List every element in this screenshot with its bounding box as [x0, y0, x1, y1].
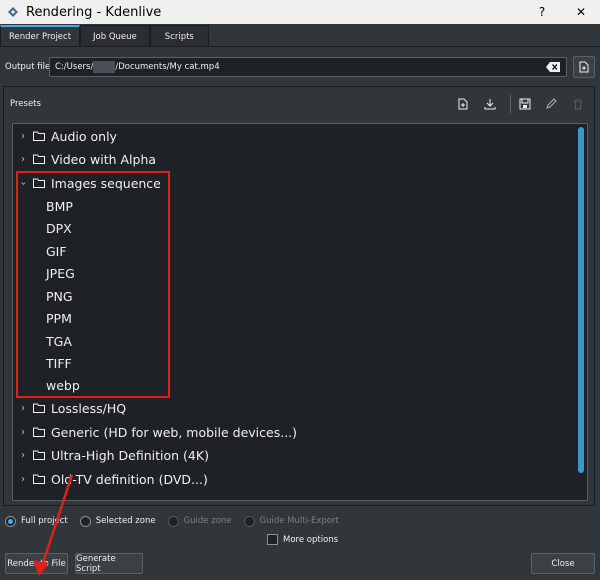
expand-arrow-icon[interactable]: ›	[17, 154, 29, 165]
preset-item-bmp[interactable]: BMP	[13, 195, 73, 217]
preset-item-label: PPM	[46, 310, 72, 326]
preset-item-label: DPX	[46, 220, 72, 236]
close-button[interactable]: Close	[531, 553, 595, 574]
preset-folder-images-sequence[interactable]: › Images sequence	[13, 172, 161, 194]
help-button[interactable]: ?	[524, 0, 560, 24]
scrollbar-thumb[interactable]	[578, 127, 584, 473]
folder-icon	[33, 427, 45, 437]
toolbar-separator	[510, 95, 511, 113]
expand-arrow-icon[interactable]: ›	[17, 131, 29, 142]
full-project-label: Full project	[21, 516, 68, 526]
preset-folder-ultra-hd[interactable]: › Ultra-High Definition (4K)	[13, 444, 209, 466]
presets-label: Presets	[10, 99, 41, 109]
tab-bar: Render Project Job Queue Scripts	[0, 25, 209, 47]
preset-item-tga[interactable]: TGA	[13, 330, 72, 352]
preset-folder-audio-only[interactable]: › Audio only	[13, 125, 117, 147]
collapse-arrow-icon[interactable]: ›	[18, 177, 29, 189]
preset-item-label: PNG	[46, 288, 73, 304]
expand-arrow-icon[interactable]: ›	[17, 474, 29, 485]
output-path-suffix: /Documents/My cat.mp4	[115, 62, 220, 72]
edit-preset-icon[interactable]	[544, 97, 558, 111]
preset-folder-label: Audio only	[51, 128, 117, 144]
output-file-input[interactable]: C:/Users/ /Documents/My cat.mp4	[49, 57, 567, 77]
browse-output-button[interactable]	[573, 56, 595, 78]
folder-icon	[33, 154, 45, 164]
preset-folder-label: Lossless/HQ	[51, 400, 127, 416]
preset-item-tiff[interactable]: TIFF	[13, 352, 72, 374]
save-preset-icon[interactable]	[518, 97, 532, 111]
window-close-button[interactable]: ✕	[563, 0, 599, 24]
preset-folder-generic[interactable]: › Generic (HD for web, mobile devices...…	[13, 421, 297, 443]
tree-scrollbar[interactable]	[577, 127, 585, 497]
preset-item-label: TGA	[46, 333, 72, 349]
presets-group: Presets › Audio only › Video with Alpha …	[3, 86, 595, 506]
window-titlebar: Rendering - Kdenlive ? ✕	[0, 0, 600, 24]
output-path-prefix: C:/Users/	[55, 62, 94, 72]
full-project-radio[interactable]	[5, 515, 16, 527]
tab-job-queue[interactable]: Job Queue	[80, 25, 150, 47]
preset-item-png[interactable]: PNG	[13, 285, 73, 307]
generate-script-button[interactable]: Generate Script	[75, 553, 143, 574]
preset-folder-lossless-hq[interactable]: › Lossless/HQ	[13, 397, 126, 419]
kdenlive-app-icon	[8, 7, 18, 17]
tab-scripts[interactable]: Scripts	[149, 25, 209, 47]
presets-tree[interactable]: › Audio only › Video with Alpha › Images…	[12, 123, 588, 501]
expand-arrow-icon[interactable]: ›	[17, 427, 29, 438]
tab-render-project[interactable]: Render Project	[0, 25, 81, 47]
preset-folder-label: Generic (HD for web, mobile devices...)	[51, 424, 298, 440]
selected-zone-radio[interactable]	[79, 515, 91, 527]
new-preset-icon[interactable]	[456, 97, 470, 111]
folder-icon	[33, 178, 45, 188]
render-to-file-button[interactable]: Render to File	[5, 553, 68, 574]
clear-input-icon[interactable]	[546, 62, 560, 72]
window-title: Rendering - Kdenlive	[26, 4, 162, 20]
more-options-checkbox[interactable]	[267, 534, 278, 545]
delete-preset-icon[interactable]	[571, 97, 585, 111]
preset-item-label: webp	[46, 377, 80, 393]
preset-item-dpx[interactable]: DPX	[13, 217, 72, 239]
guide-multi-export-radio[interactable]	[243, 515, 255, 527]
more-options-row: More options	[267, 534, 338, 545]
preset-item-label: JPEG	[46, 265, 75, 281]
preset-folder-label: Old-TV definition (DVD...)	[51, 471, 208, 487]
preset-item-label: BMP	[46, 198, 73, 214]
preset-folder-label: Video with Alpha	[51, 151, 157, 167]
folder-icon	[33, 403, 45, 413]
preset-folder-label: Images sequence	[51, 175, 161, 191]
redacted-username	[93, 61, 116, 73]
preset-item-label: GIF	[46, 243, 67, 259]
tab-divider	[0, 46, 600, 47]
preset-item-webp[interactable]: webp	[13, 374, 80, 396]
preset-folder-label: Ultra-High Definition (4K)	[51, 447, 209, 463]
guide-zone-label: Guide zone	[183, 516, 232, 526]
expand-arrow-icon[interactable]: ›	[17, 403, 29, 414]
preset-item-ppm[interactable]: PPM	[13, 307, 72, 329]
preset-item-label: TIFF	[46, 355, 72, 371]
preset-item-gif[interactable]: GIF	[13, 240, 67, 262]
folder-icon	[33, 131, 45, 141]
preset-item-jpeg[interactable]: JPEG	[13, 262, 75, 284]
preset-folder-old-tv[interactable]: › Old-TV definition (DVD...)	[13, 468, 208, 490]
render-zone-options: Full project Selected zone Guide zone Gu…	[5, 514, 339, 528]
download-preset-icon[interactable]	[483, 97, 497, 111]
folder-icon	[33, 474, 45, 484]
output-file-label: Output file	[5, 62, 51, 72]
more-options-label: More options	[283, 534, 339, 545]
preset-folder-video-with-alpha[interactable]: › Video with Alpha	[13, 148, 156, 170]
selected-zone-label: Selected zone	[95, 516, 156, 526]
document-open-icon	[579, 61, 589, 73]
guide-zone-radio[interactable]	[167, 515, 179, 527]
expand-arrow-icon[interactable]: ›	[17, 450, 29, 461]
guide-multi-export-label: Guide Multi-Export	[259, 516, 339, 526]
folder-icon	[33, 450, 45, 460]
